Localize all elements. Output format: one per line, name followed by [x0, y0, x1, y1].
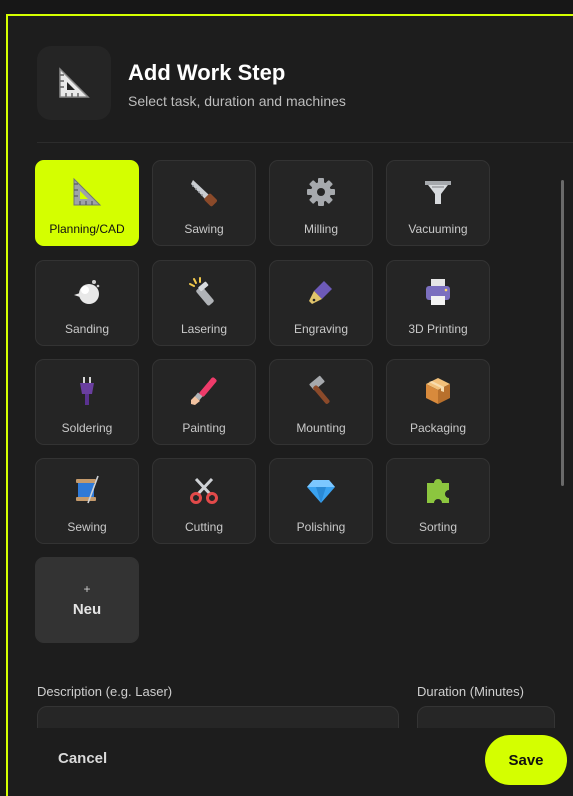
thread-spool-icon: [36, 473, 138, 507]
task-tile-3d-printing[interactable]: 3D Printing: [386, 260, 490, 346]
fountain-pen-icon: [270, 275, 372, 309]
task-label: Milling: [303, 222, 338, 236]
dialog-title: Add Work Step: [128, 60, 286, 85]
header-divider: [37, 142, 573, 143]
duration-label: Duration (Minutes): [417, 684, 524, 699]
task-tile-sanding[interactable]: Sanding: [35, 260, 139, 346]
task-tile-sewing[interactable]: Sewing: [35, 458, 139, 544]
task-tile-packaging[interactable]: Packaging: [386, 359, 490, 445]
scissors-icon: [153, 473, 255, 507]
task-label: Lasering: [180, 322, 228, 336]
task-label: Engraving: [293, 322, 349, 336]
task-tile-sawing[interactable]: Sawing: [152, 160, 256, 246]
task-tile-soldering[interactable]: Soldering: [35, 359, 139, 445]
printer-icon: [387, 275, 489, 309]
task-tile-cutting[interactable]: Cutting: [152, 458, 256, 544]
add-new-task-button[interactable]: + Neu: [35, 557, 139, 643]
package-icon: [387, 374, 489, 408]
dialog-subtitle: Select task, duration and machines: [128, 93, 346, 109]
task-label: Vacuuming: [408, 222, 468, 236]
task-label: Mounting: [296, 421, 346, 435]
task-tile-engraving[interactable]: Engraving: [269, 260, 373, 346]
task-tile-mounting[interactable]: Mounting: [269, 359, 373, 445]
task-tile-sorting[interactable]: Sorting: [386, 458, 490, 544]
puzzle-icon: [387, 473, 489, 507]
plug-icon: [36, 374, 138, 408]
flashlight-icon: [153, 275, 255, 309]
task-label: 3D Printing: [408, 322, 468, 336]
task-tile-painting[interactable]: Painting: [152, 359, 256, 445]
scrollbar-thumb[interactable]: [561, 180, 564, 486]
funnel-icon: [387, 175, 489, 209]
task-label: Sawing: [184, 222, 224, 236]
task-tile-vacuuming[interactable]: Vacuuming: [386, 160, 490, 246]
sanding-icon: [36, 275, 138, 309]
task-label: Packaging: [409, 421, 467, 435]
task-label: Polishing: [296, 520, 346, 534]
task-label: Sewing: [67, 520, 107, 534]
gear-icon: [270, 175, 372, 209]
task-tile-milling[interactable]: Milling: [269, 160, 373, 246]
plus-icon: +: [83, 582, 91, 596]
cancel-button[interactable]: Cancel: [58, 750, 107, 767]
add-work-step-dialog: Add Work Step Select task, duration and …: [6, 14, 573, 796]
description-label: Description (e.g. Laser): [37, 684, 173, 699]
task-label: Sorting: [418, 520, 458, 534]
task-label: Sanding: [64, 322, 110, 336]
hammer-icon: [270, 374, 372, 408]
gem-icon: [270, 473, 372, 507]
header-ruler-icon: [37, 46, 111, 120]
task-label: Soldering: [61, 421, 113, 435]
task-label: Planning/CAD: [49, 222, 125, 236]
save-button[interactable]: Save: [485, 735, 567, 785]
new-task-label: Neu: [72, 601, 102, 618]
saw-icon: [153, 175, 255, 209]
task-label: Cutting: [184, 520, 224, 534]
task-tile-polishing[interactable]: Polishing: [269, 458, 373, 544]
paintbrush-icon: [153, 374, 255, 408]
triangle-ruler-icon: [36, 175, 138, 209]
task-label: Painting: [182, 421, 226, 435]
task-tile-planning-cad[interactable]: Planning/CAD: [35, 160, 139, 246]
task-tile-lasering[interactable]: Lasering: [152, 260, 256, 346]
